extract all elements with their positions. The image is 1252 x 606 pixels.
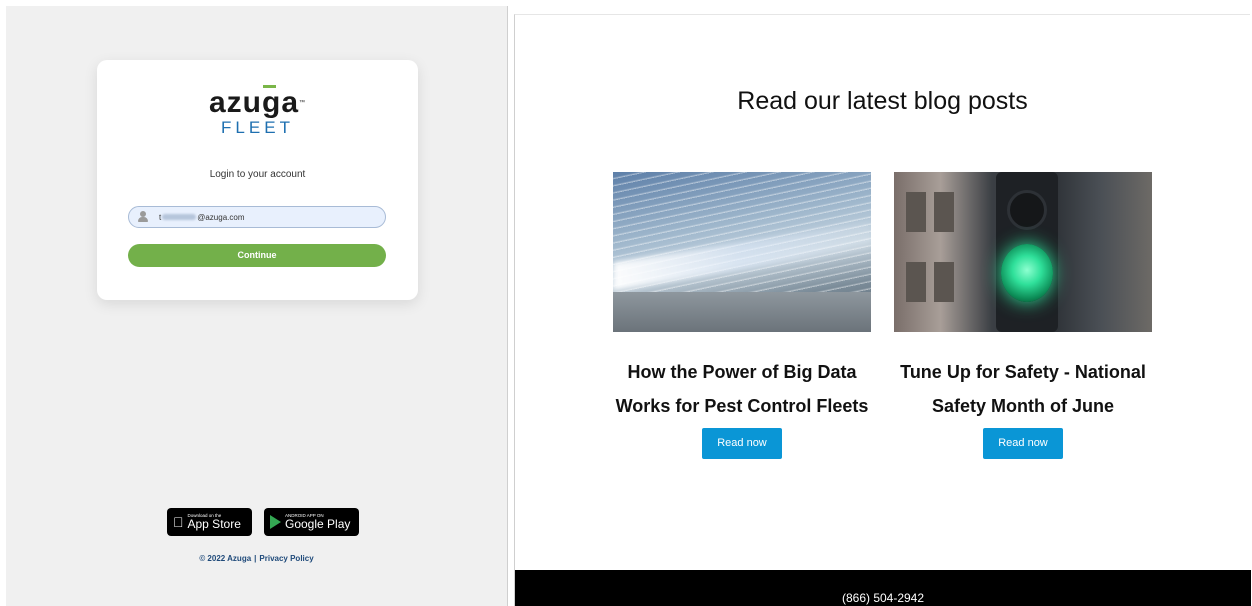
- read-now-button[interactable]: Read now: [983, 428, 1063, 459]
- copyright-footer: © 2022 Azuga | Privacy Policy: [199, 554, 314, 563]
- email-field[interactable]: t @azuga.com: [128, 206, 386, 228]
- blog-post-card: Tune Up for Safety - National Safety Mon…: [894, 172, 1152, 459]
- blog-post-title: How the Power of Big Data Works for Pest…: [615, 362, 869, 416]
- logo-word: azuga: [208, 86, 300, 119]
- blog-post-title: Tune Up for Safety - National Safety Mon…: [900, 362, 1146, 416]
- read-now-button[interactable]: Read now: [702, 428, 782, 459]
- email-value-domain: @azuga.com: [197, 212, 245, 222]
- blog-post-card: How the Power of Big Data Works for Pest…: [613, 172, 871, 459]
- privacy-policy-link[interactable]: Privacy Policy: [259, 554, 313, 563]
- app-store-badge[interactable]:  Download on the App Store: [167, 508, 252, 536]
- blog-pane: Read our latest blog posts How the Power…: [514, 14, 1251, 606]
- google-play-badge[interactable]: ANDROID APP ON Google Play: [264, 508, 359, 536]
- login-pane: azuga™ FLEET Login to your account t @az…: [6, 6, 508, 606]
- contact-footer: (866) 504-2942: [515, 570, 1251, 606]
- copyright-text: © 2022 Azuga: [199, 554, 252, 563]
- user-icon: [137, 211, 149, 223]
- azuga-fleet-logo: azuga™ FLEET: [97, 85, 418, 137]
- login-card: azuga™ FLEET Login to your account t @az…: [97, 60, 418, 300]
- blog-heading: Read our latest blog posts: [737, 87, 1028, 115]
- continue-button[interactable]: Continue: [128, 244, 386, 267]
- green-traffic-light-image: [894, 172, 1152, 332]
- logo-subtitle: FLEET: [221, 118, 294, 137]
- login-title: Login to your account: [209, 169, 306, 180]
- store-badges:  Download on the App Store ANDROID APP …: [167, 508, 359, 536]
- footer-phone: (866) 504-2942: [841, 591, 925, 605]
- apple-icon: : [173, 515, 184, 529]
- email-redacted-blur: [162, 214, 197, 220]
- big-data-highway-image: [613, 172, 871, 332]
- email-value-prefix: t: [159, 212, 162, 222]
- google-play-icon: [270, 515, 281, 529]
